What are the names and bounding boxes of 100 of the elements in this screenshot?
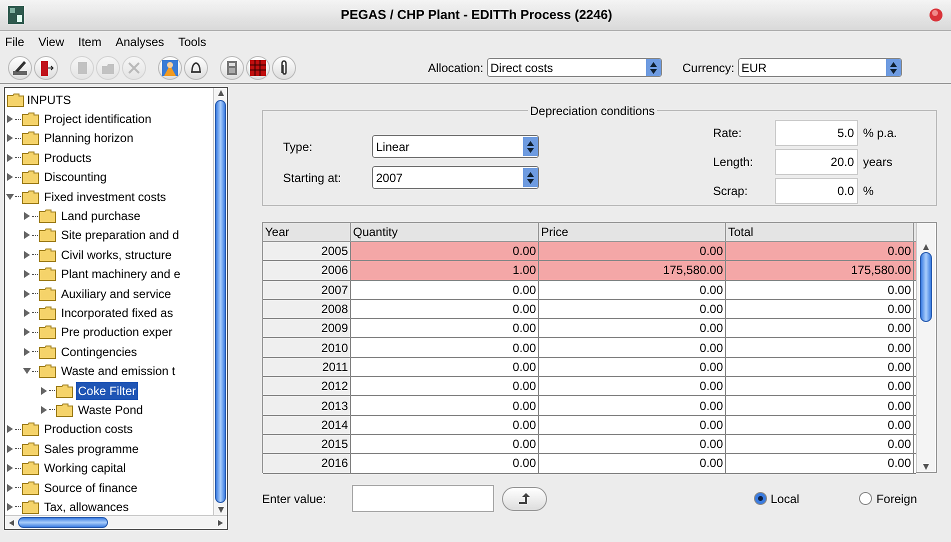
expander-icon[interactable] — [39, 406, 48, 414]
expander-icon[interactable] — [5, 115, 14, 124]
toolbar-button[interactable] — [272, 56, 296, 80]
toolbar-button[interactable] — [246, 56, 270, 80]
table-row[interactable]: 2009 0.00 0.00 0.00 — [263, 319, 916, 338]
tree-item[interactable]: Source of finance — [42, 478, 140, 496]
menu-item[interactable]: Analyses — [115, 33, 164, 51]
radio-label[interactable]: Local — [770, 490, 800, 508]
allocation-dropdown[interactable]: Direct costs — [487, 58, 662, 77]
scroll-left-icon[interactable] — [7, 518, 15, 526]
vertical-scrollbar[interactable] — [213, 88, 227, 515]
tree-item[interactable]: Project identification — [42, 110, 154, 128]
table-row[interactable]: 2015 0.00 0.00 0.00 — [263, 434, 916, 454]
tree-item[interactable]: Auxiliary and service — [59, 284, 174, 303]
tree-item[interactable]: Site preparation and d — [59, 226, 182, 244]
vertical-scrollbar[interactable] — [916, 223, 935, 472]
table-row[interactable]: 2013 0.00 0.00 0.00 — [263, 396, 916, 416]
tree-item[interactable]: INPUTS — [27, 90, 72, 109]
toolbar-button[interactable] — [184, 56, 208, 80]
tree-item[interactable]: Coke Filter — [76, 382, 138, 400]
tree-item[interactable]: Working capital — [42, 459, 128, 478]
tree-item[interactable]: Civil works, structure — [59, 246, 174, 264]
tree-item[interactable]: Fixed investment costs — [42, 188, 168, 206]
expander-icon[interactable] — [22, 212, 31, 220]
expander-icon[interactable] — [22, 270, 31, 278]
scrap-field[interactable]: 0.0 — [775, 178, 858, 204]
expander-icon[interactable] — [5, 502, 14, 511]
tree-item[interactable]: Products — [42, 148, 94, 167]
scroll-down-icon[interactable] — [922, 462, 930, 472]
table-row[interactable]: 2010 0.00 0.00 0.00 — [263, 338, 916, 358]
column-header[interactable]: Quantity — [351, 223, 539, 241]
radio-label[interactable]: Foreign — [876, 490, 917, 508]
expander-icon[interactable] — [22, 250, 31, 259]
scroll-up-icon[interactable] — [216, 88, 224, 98]
type-label: Type: — [283, 138, 314, 156]
tree-item[interactable]: Plant machinery and e — [59, 265, 182, 284]
tree-item[interactable]: Discounting — [42, 168, 109, 186]
tree-item[interactable]: Waste Pond — [76, 400, 145, 419]
tree-item[interactable]: Waste and emission t — [59, 362, 178, 380]
expander-icon[interactable] — [22, 348, 31, 356]
tree-item[interactable]: Land purchase — [59, 207, 142, 226]
menu-item[interactable]: File — [5, 33, 24, 51]
expander-icon[interactable] — [22, 231, 31, 240]
expander-icon[interactable] — [5, 444, 14, 453]
scroll-up-icon[interactable] — [922, 242, 930, 252]
table-cell: 175,580.00 — [539, 261, 726, 280]
expander-icon[interactable] — [5, 134, 14, 142]
tree-item[interactable]: Sales programme — [42, 440, 141, 458]
expander-icon[interactable] — [5, 484, 14, 492]
column-header[interactable]: Total — [726, 223, 914, 241]
table-row[interactable]: 2012 0.00 0.00 0.00 — [263, 377, 916, 396]
expander-icon[interactable] — [22, 308, 31, 317]
folder-icon — [22, 150, 39, 165]
scroll-down-icon[interactable] — [216, 505, 224, 515]
tree-item[interactable]: Incorporated fixed as — [59, 304, 176, 322]
radio-button[interactable] — [859, 492, 872, 505]
expander-icon[interactable] — [5, 464, 14, 472]
table-row[interactable]: 2011 0.00 0.00 0.00 — [263, 358, 916, 378]
tree-item[interactable]: Pre production exper — [59, 323, 174, 342]
close-icon[interactable] — [929, 8, 943, 22]
currency-dropdown[interactable]: EUR — [738, 58, 902, 77]
rate-field[interactable]: 5.0 — [775, 120, 858, 146]
person-icon — [161, 58, 179, 76]
tree-item[interactable]: Contingencies — [59, 342, 140, 361]
menu-item[interactable]: Tools — [178, 33, 206, 51]
menu-item[interactable]: Item — [78, 33, 102, 51]
toolbar-button[interactable] — [34, 56, 58, 80]
apply-button[interactable] — [502, 486, 547, 510]
table-row[interactable]: 2007 0.00 0.00 0.00 — [263, 280, 916, 300]
folder-icon — [22, 190, 39, 204]
table-row[interactable]: 2014 0.00 0.00 0.00 — [263, 416, 916, 435]
column-header[interactable]: Price — [539, 223, 726, 241]
toolbar-button[interactable] — [8, 56, 32, 80]
scroll-thumb[interactable] — [18, 517, 108, 528]
scroll-thumb[interactable] — [920, 252, 932, 322]
tree-item[interactable]: Production costs — [42, 420, 135, 438]
horizontal-scrollbar[interactable] — [5, 515, 227, 529]
type-dropdown[interactable]: Linear — [372, 135, 539, 158]
scroll-thumb[interactable] — [215, 100, 226, 503]
table-row[interactable]: 2006 1.00 175,580.00 175,580.00 — [263, 261, 916, 281]
value-input[interactable] — [352, 485, 494, 512]
expander-icon[interactable] — [5, 154, 14, 162]
starting-dropdown[interactable]: 2007 — [372, 166, 539, 189]
expander-icon[interactable] — [5, 192, 14, 201]
expander-icon[interactable] — [22, 367, 31, 376]
length-field[interactable]: 20.0 — [775, 148, 858, 175]
table-row[interactable]: 2016 0.00 0.00 0.00 — [263, 454, 916, 474]
menu-item[interactable]: View — [38, 33, 64, 51]
expander-icon[interactable] — [5, 425, 14, 434]
expander-icon[interactable] — [22, 290, 31, 298]
expander-icon[interactable] — [39, 386, 48, 395]
scroll-right-icon[interactable] — [217, 518, 225, 526]
column-header[interactable]: Year — [263, 223, 351, 241]
table-row[interactable]: 2008 0.00 0.00 0.00 — [263, 300, 916, 320]
table-row[interactable]: 2005 0.00 0.00 0.00 — [263, 242, 916, 262]
radio-button[interactable] — [754, 492, 767, 505]
expander-icon[interactable] — [5, 173, 14, 182]
tree-item[interactable]: Planning horizon — [42, 129, 136, 148]
tree-item[interactable]: Tax, allowances — [42, 498, 131, 515]
expander-icon[interactable] — [22, 328, 31, 336]
